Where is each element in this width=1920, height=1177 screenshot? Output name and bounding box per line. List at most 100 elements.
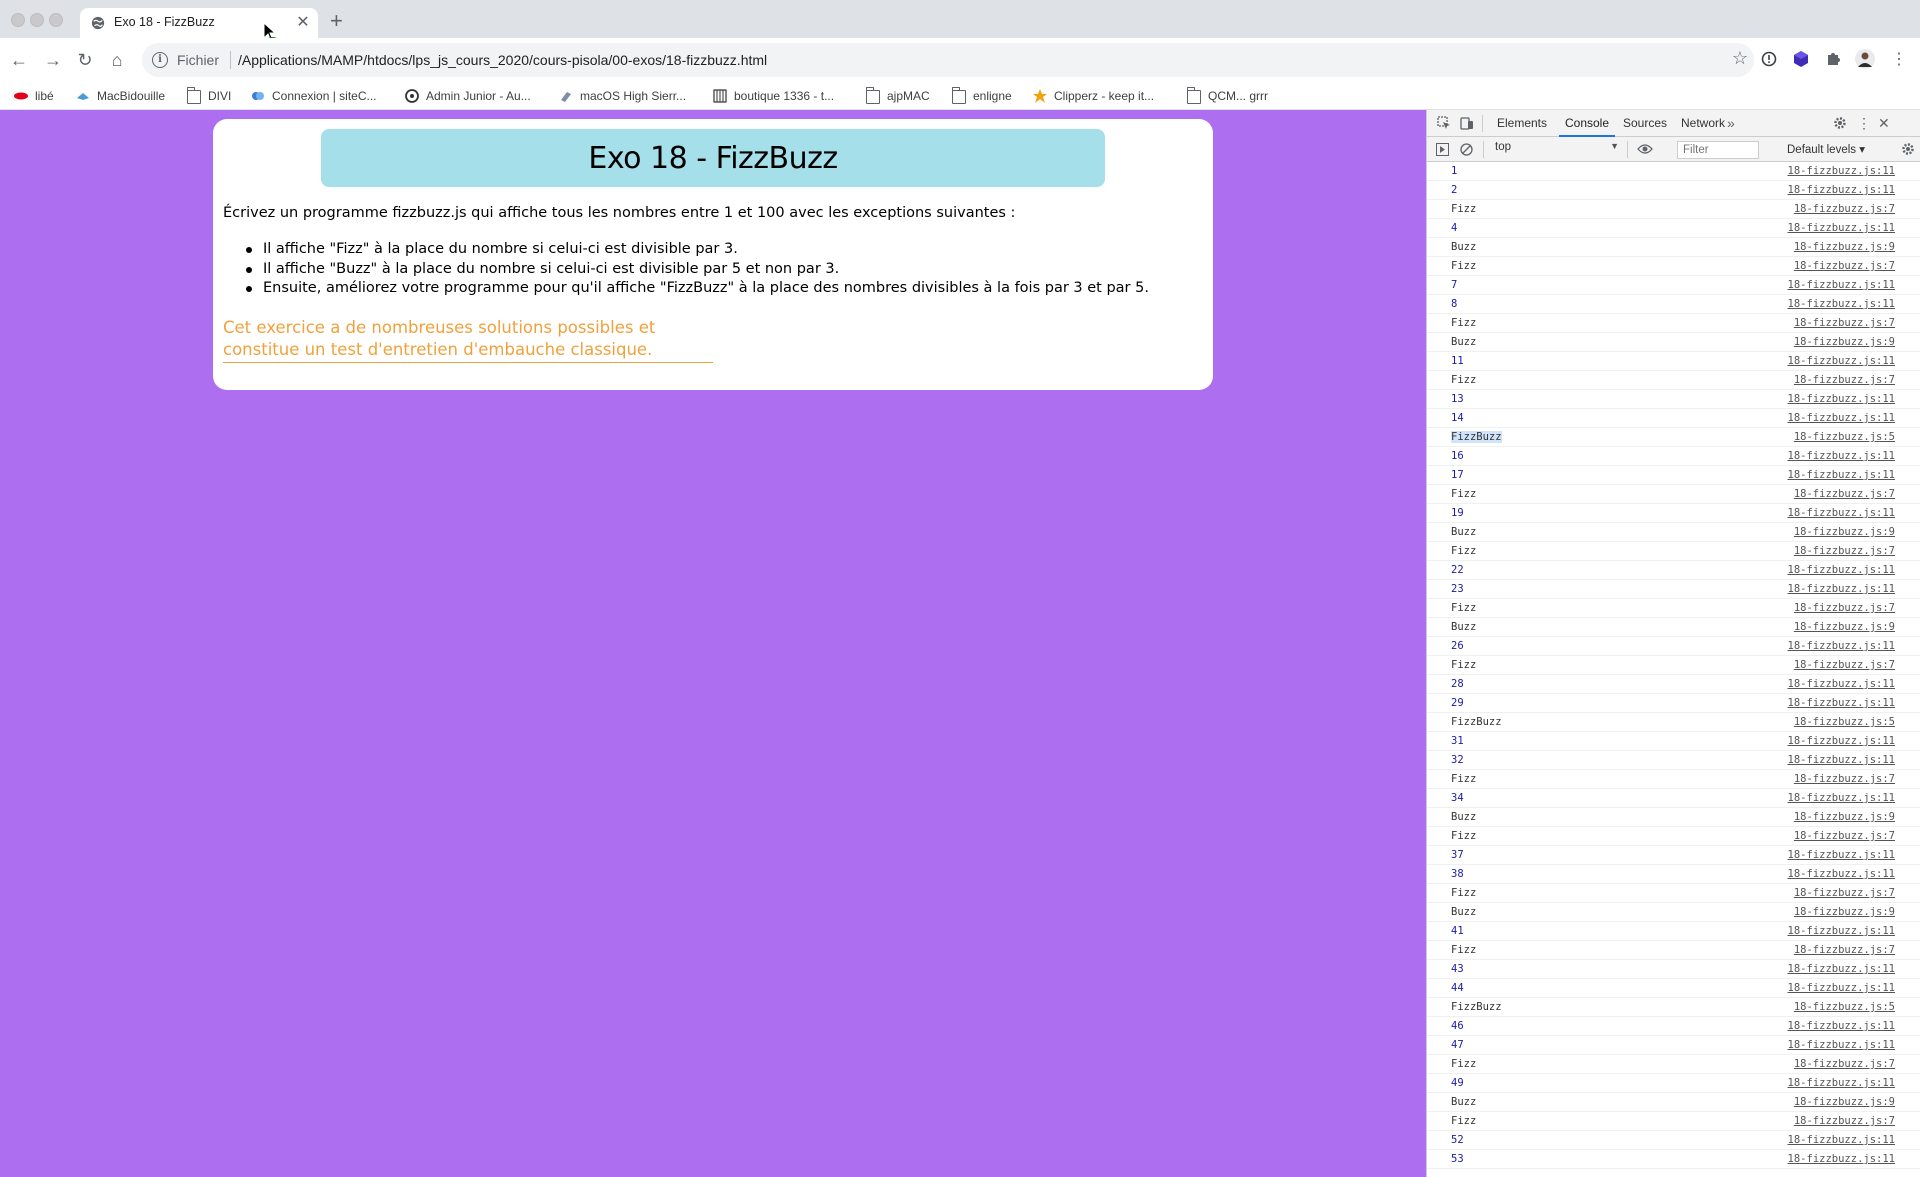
console-row[interactable]: 44 18-fizzbuzz.js:11 xyxy=(1427,979,1920,998)
window-zoom-button[interactable] xyxy=(49,13,63,27)
console-source-link[interactable]: 18-fizzbuzz.js:9 xyxy=(1794,241,1895,253)
console-source-link[interactable]: 18-fizzbuzz.js:7 xyxy=(1794,1115,1895,1127)
address-url[interactable]: /Applications/MAMP/htdocs/lps_js_cours_2… xyxy=(238,52,767,68)
sidebar-toggle-icon[interactable] xyxy=(1436,143,1449,156)
console-row[interactable]: 14 18-fizzbuzz.js:11 xyxy=(1427,409,1920,428)
console-source-link[interactable]: 18-fizzbuzz.js:7 xyxy=(1794,773,1895,785)
console-source-link[interactable]: 18-fizzbuzz.js:11 xyxy=(1788,640,1895,652)
console-row[interactable]: 37 18-fizzbuzz.js:11 xyxy=(1427,846,1920,865)
console-row[interactable]: Fizz 18-fizzbuzz.js:7 xyxy=(1427,200,1920,219)
window-close-button[interactable] xyxy=(11,13,25,27)
tab-network[interactable]: Network xyxy=(1675,110,1731,137)
console-row[interactable]: 34 18-fizzbuzz.js:11 xyxy=(1427,789,1920,808)
console-filter-input[interactable] xyxy=(1677,141,1759,159)
console-row[interactable]: 2 18-fizzbuzz.js:11 xyxy=(1427,181,1920,200)
console-row[interactable]: 49 18-fizzbuzz.js:11 xyxy=(1427,1074,1920,1093)
console-source-link[interactable]: 18-fizzbuzz.js:11 xyxy=(1788,868,1895,880)
bookmark-enligne[interactable]: enligne xyxy=(951,86,1012,106)
console-source-link[interactable]: 18-fizzbuzz.js:7 xyxy=(1794,260,1895,272)
more-tabs-icon[interactable]: » xyxy=(1727,116,1735,130)
device-toolbar-icon[interactable] xyxy=(1460,116,1474,130)
console-source-link[interactable]: 18-fizzbuzz.js:7 xyxy=(1794,1058,1895,1070)
console-row[interactable]: Fizz 18-fizzbuzz.js:7 xyxy=(1427,884,1920,903)
close-tab-icon[interactable]: ✕ xyxy=(294,12,312,32)
window-minimize-button[interactable] xyxy=(30,13,44,27)
console-source-link[interactable]: 18-fizzbuzz.js:11 xyxy=(1788,849,1895,861)
bookmark-qcm[interactable]: QCM... grrr xyxy=(1186,86,1268,106)
console-row[interactable]: 29 18-fizzbuzz.js:11 xyxy=(1427,694,1920,713)
console-source-link[interactable]: 18-fizzbuzz.js:11 xyxy=(1788,279,1895,291)
console-row[interactable]: Fizz 18-fizzbuzz.js:7 xyxy=(1427,827,1920,846)
address-bar[interactable]: i Fichier /Applications/MAMP/htdocs/lps_… xyxy=(142,43,1754,77)
console-source-link[interactable]: 18-fizzbuzz.js:9 xyxy=(1794,336,1895,348)
inspect-element-icon[interactable] xyxy=(1437,116,1451,130)
console-row[interactable]: Fizz 18-fizzbuzz.js:7 xyxy=(1427,656,1920,675)
console-source-link[interactable]: 18-fizzbuzz.js:11 xyxy=(1788,1039,1895,1051)
console-source-link[interactable]: 18-fizzbuzz.js:7 xyxy=(1794,944,1895,956)
console-row[interactable]: 38 18-fizzbuzz.js:11 xyxy=(1427,865,1920,884)
console-row[interactable]: 52 18-fizzbuzz.js:11 xyxy=(1427,1131,1920,1150)
console-source-link[interactable]: 18-fizzbuzz.js:11 xyxy=(1788,355,1895,367)
tab-sources[interactable]: Sources xyxy=(1617,110,1673,137)
console-source-link[interactable]: 18-fizzbuzz.js:11 xyxy=(1788,735,1895,747)
console-source-link[interactable]: 18-fizzbuzz.js:11 xyxy=(1788,583,1895,595)
console-source-link[interactable]: 18-fizzbuzz.js:11 xyxy=(1788,1020,1895,1032)
console-row[interactable]: 28 18-fizzbuzz.js:11 xyxy=(1427,675,1920,694)
console-row[interactable]: Fizz 18-fizzbuzz.js:7 xyxy=(1427,599,1920,618)
eye-icon[interactable] xyxy=(1637,143,1653,155)
extension-info-icon[interactable] xyxy=(1758,48,1780,70)
console-source-link[interactable]: 18-fizzbuzz.js:11 xyxy=(1788,298,1895,310)
console-source-link[interactable]: 18-fizzbuzz.js:9 xyxy=(1794,1096,1895,1108)
console-source-link[interactable]: 18-fizzbuzz.js:11 xyxy=(1788,678,1895,690)
console-row[interactable]: Fizz 18-fizzbuzz.js:7 xyxy=(1427,314,1920,333)
console-row[interactable]: 41 18-fizzbuzz.js:11 xyxy=(1427,922,1920,941)
back-button[interactable]: ← xyxy=(6,47,32,73)
console-source-link[interactable]: 18-fizzbuzz.js:11 xyxy=(1788,982,1895,994)
console-row[interactable]: FizzBuzz 18-fizzbuzz.js:5 xyxy=(1427,428,1920,447)
console-source-link[interactable]: 18-fizzbuzz.js:7 xyxy=(1794,659,1895,671)
console-source-link[interactable]: 18-fizzbuzz.js:11 xyxy=(1788,412,1895,424)
console-row[interactable]: 31 18-fizzbuzz.js:11 xyxy=(1427,732,1920,751)
console-row[interactable]: FizzBuzz 18-fizzbuzz.js:5 xyxy=(1427,998,1920,1017)
console-source-link[interactable]: 18-fizzbuzz.js:9 xyxy=(1794,621,1895,633)
console-source-link[interactable]: 18-fizzbuzz.js:11 xyxy=(1788,450,1895,462)
close-devtools-icon[interactable]: ✕ xyxy=(1878,116,1890,130)
console-row[interactable]: 11 18-fizzbuzz.js:11 xyxy=(1427,352,1920,371)
console-source-link[interactable]: 18-fizzbuzz.js:11 xyxy=(1788,507,1895,519)
console-source-link[interactable]: 18-fizzbuzz.js:7 xyxy=(1794,488,1895,500)
console-source-link[interactable]: 18-fizzbuzz.js:9 xyxy=(1794,906,1895,918)
devtools-menu-icon[interactable]: ⋮ xyxy=(1857,116,1871,130)
console-source-link[interactable]: 18-fizzbuzz.js:5 xyxy=(1794,716,1895,728)
console-source-link[interactable]: 18-fizzbuzz.js:11 xyxy=(1788,564,1895,576)
console-row[interactable]: 47 18-fizzbuzz.js:11 xyxy=(1427,1036,1920,1055)
tab-elements[interactable]: Elements xyxy=(1487,110,1557,137)
console-source-link[interactable]: 18-fizzbuzz.js:7 xyxy=(1794,887,1895,899)
console-row[interactable]: 19 18-fizzbuzz.js:11 xyxy=(1427,504,1920,523)
console-source-link[interactable]: 18-fizzbuzz.js:11 xyxy=(1788,1153,1895,1165)
console-row[interactable]: Buzz 18-fizzbuzz.js:9 xyxy=(1427,238,1920,257)
console-row[interactable]: 46 18-fizzbuzz.js:11 xyxy=(1427,1017,1920,1036)
console-row[interactable]: 13 18-fizzbuzz.js:11 xyxy=(1427,390,1920,409)
console-source-link[interactable]: 18-fizzbuzz.js:11 xyxy=(1788,697,1895,709)
console-source-link[interactable]: 18-fizzbuzz.js:11 xyxy=(1788,222,1895,234)
console-source-link[interactable]: 18-fizzbuzz.js:11 xyxy=(1788,469,1895,481)
console-source-link[interactable]: 18-fizzbuzz.js:11 xyxy=(1788,184,1895,196)
console-source-link[interactable]: 18-fizzbuzz.js:7 xyxy=(1794,602,1895,614)
console-row[interactable]: 8 18-fizzbuzz.js:11 xyxy=(1427,295,1920,314)
bookmark-boutique[interactable]: boutique 1336 - t... xyxy=(713,86,834,106)
clear-console-icon[interactable] xyxy=(1460,143,1473,156)
home-button[interactable]: ⌂ xyxy=(104,47,130,73)
site-info-icon[interactable]: i xyxy=(152,52,168,68)
console-source-link[interactable]: 18-fizzbuzz.js:11 xyxy=(1788,925,1895,937)
console-source-link[interactable]: 18-fizzbuzz.js:9 xyxy=(1794,811,1895,823)
reload-button[interactable]: ↻ xyxy=(72,47,98,73)
console-source-link[interactable]: 18-fizzbuzz.js:7 xyxy=(1794,545,1895,557)
console-row[interactable]: 23 18-fizzbuzz.js:11 xyxy=(1427,580,1920,599)
browser-menu-icon[interactable]: ⋮ xyxy=(1886,47,1912,73)
bookmark-macos[interactable]: macOS High Sierr... xyxy=(559,86,686,106)
console-row[interactable]: Buzz 18-fizzbuzz.js:9 xyxy=(1427,1093,1920,1112)
profile-avatar[interactable] xyxy=(1854,48,1876,70)
console-row[interactable]: Fizz 18-fizzbuzz.js:7 xyxy=(1427,941,1920,960)
console-row[interactable]: Fizz 18-fizzbuzz.js:7 xyxy=(1427,371,1920,390)
console-row[interactable]: Buzz 18-fizzbuzz.js:9 xyxy=(1427,333,1920,352)
